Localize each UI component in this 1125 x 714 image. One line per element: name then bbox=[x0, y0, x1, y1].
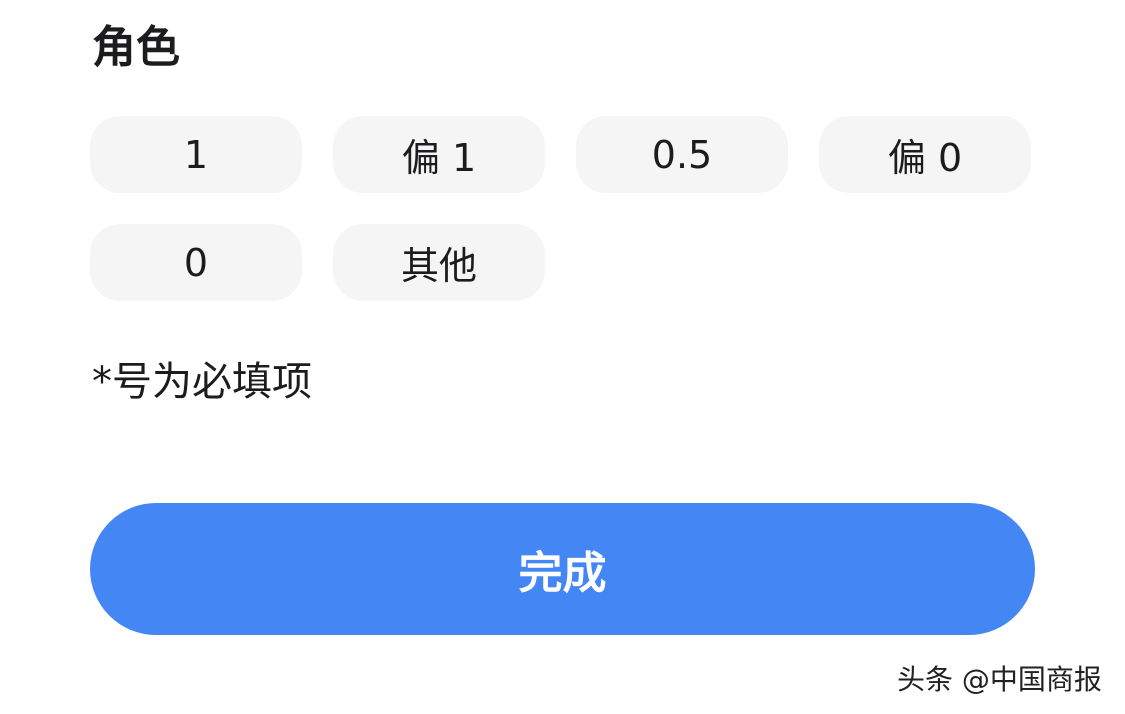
role-option-other[interactable]: 其他 bbox=[333, 224, 545, 301]
watermark: 头条 @中国商报 bbox=[897, 663, 1102, 696]
role-option-lean-0[interactable]: 偏 0 bbox=[819, 116, 1031, 193]
role-option-1[interactable]: 1 bbox=[90, 116, 302, 193]
section-title-role: 角色 bbox=[92, 22, 180, 73]
role-option-0[interactable]: 0 bbox=[90, 224, 302, 301]
required-fields-note: *号为必填项 bbox=[92, 359, 312, 405]
done-button[interactable]: 完成 bbox=[90, 503, 1035, 635]
role-option-0-5[interactable]: 0.5 bbox=[576, 116, 788, 193]
done-button-label: 完成 bbox=[518, 548, 607, 599]
role-option-lean-1[interactable]: 偏 1 bbox=[333, 116, 545, 193]
